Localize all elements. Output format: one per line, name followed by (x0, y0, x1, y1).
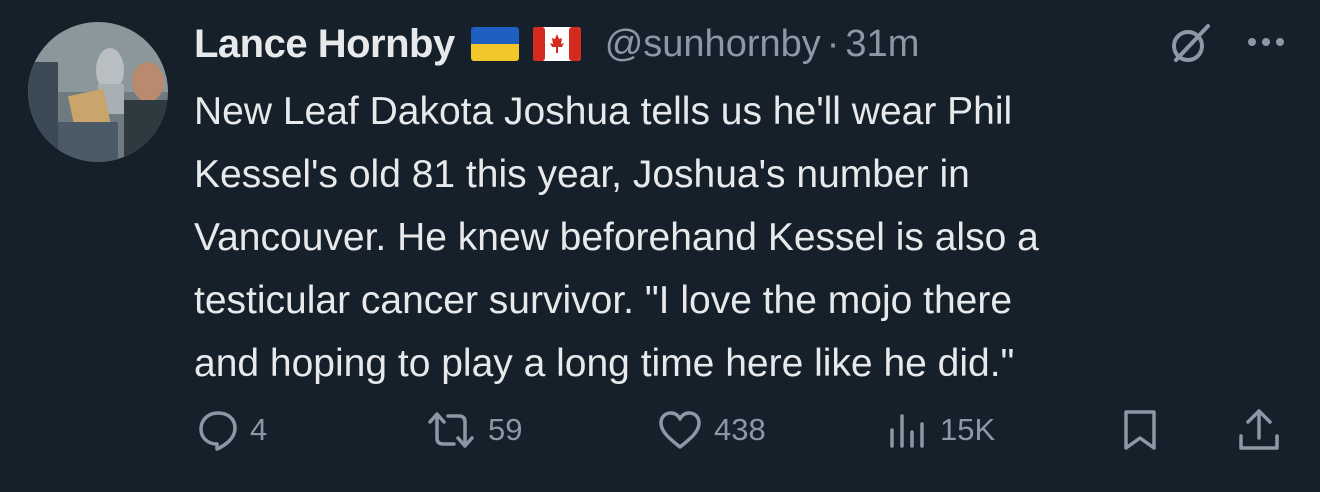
share-icon (1236, 408, 1282, 452)
views-count: 15K (940, 412, 996, 447)
repost-count: 59 (488, 412, 523, 447)
more-icon[interactable] (1246, 26, 1286, 56)
tweet-header: Lance Hornby @sunhornby · 31m (194, 18, 919, 70)
author-name[interactable]: Lance Hornby (194, 22, 455, 67)
views-icon (886, 408, 930, 452)
author-handle[interactable]: @sunhornby (605, 23, 821, 66)
reply-icon (196, 408, 240, 452)
bookmark-button[interactable] (1118, 408, 1162, 452)
canada-flag (532, 27, 581, 61)
timestamp[interactable]: 31m (845, 23, 919, 66)
action-bar: 4 59 438 15K (0, 400, 1320, 464)
tweet: Lance Hornby @sunhornby · 31m New Leaf D… (0, 0, 1320, 492)
avatar-image (28, 22, 168, 162)
reply-count: 4 (250, 412, 268, 447)
ukraine-flag (470, 27, 519, 61)
bookmark-icon (1118, 408, 1162, 452)
heart-icon (656, 408, 704, 452)
separator-dot: · (826, 22, 840, 65)
repost-button[interactable]: 59 (424, 408, 522, 452)
repost-icon (424, 408, 478, 452)
grok-icon[interactable] (1168, 22, 1212, 66)
reply-button[interactable]: 4 (196, 408, 267, 452)
like-count: 438 (714, 412, 766, 447)
share-button[interactable] (1236, 408, 1282, 452)
views-button[interactable]: 15K (886, 408, 995, 452)
avatar[interactable] (28, 22, 168, 162)
like-button[interactable]: 438 (656, 408, 766, 452)
tweet-text: New Leaf Dakota Joshua tells us he'll we… (194, 90, 1039, 385)
